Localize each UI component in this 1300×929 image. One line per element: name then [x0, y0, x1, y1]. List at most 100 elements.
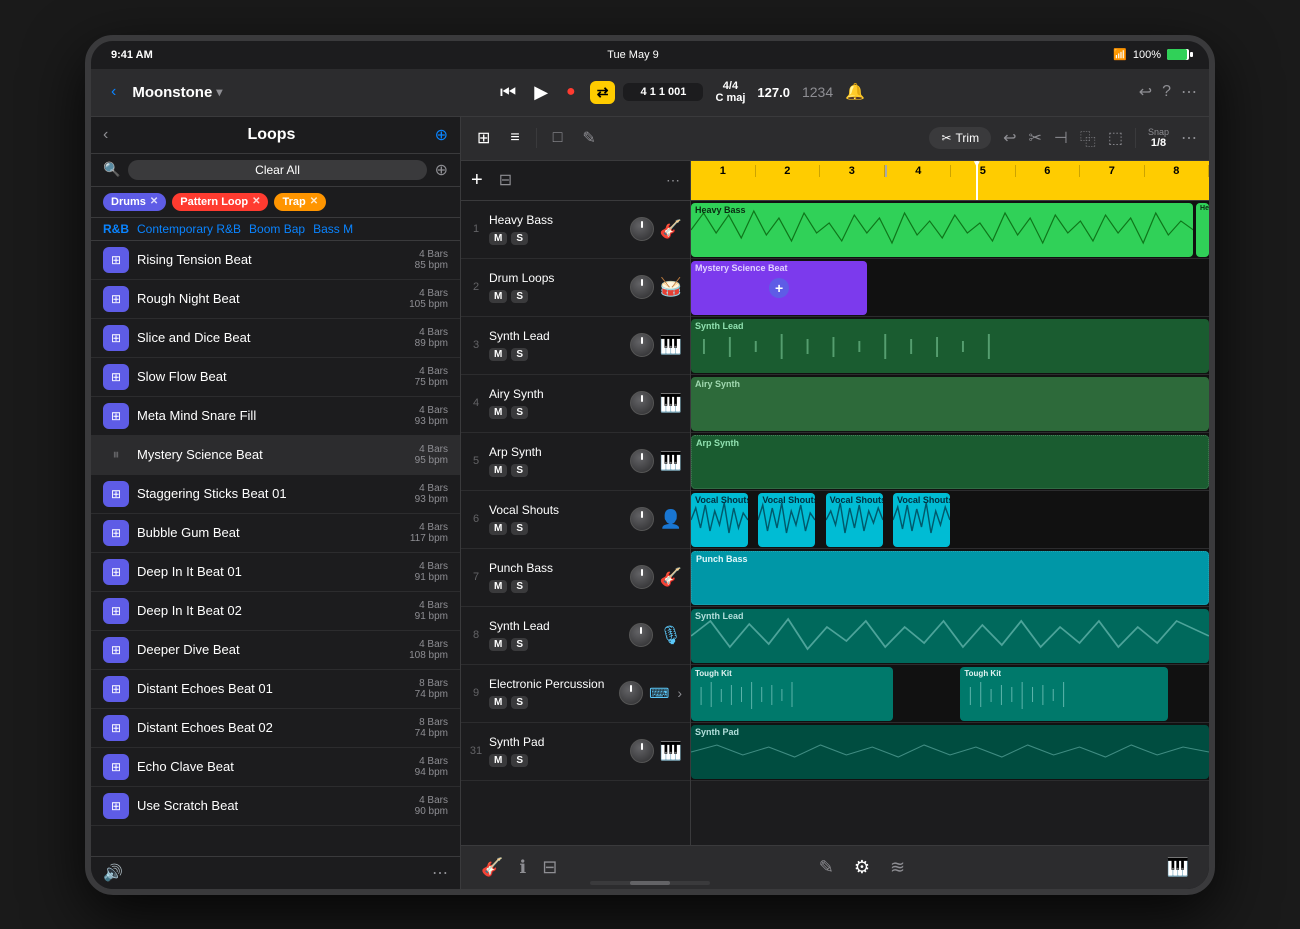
settings-bottom-icon[interactable]: ⚙ — [854, 857, 870, 878]
list-item[interactable]: ⊞ Distant Echoes Beat 01 8 Bars 74 bpm — [91, 670, 460, 709]
mute-button[interactable]: M — [489, 232, 507, 245]
instrument-icon[interactable]: 👤 — [660, 509, 682, 530]
filter-tag-trap[interactable]: Trap ✕ — [274, 193, 326, 211]
loops-back-button[interactable]: ‹ — [103, 126, 108, 144]
mute-button[interactable]: M — [489, 638, 507, 651]
scroll-thumb[interactable] — [630, 881, 670, 885]
instrument-icon[interactable]: 🎸 — [660, 567, 682, 588]
genre-tag-boombap[interactable]: Boom Bap — [249, 222, 305, 236]
layout-bottom-icon[interactable]: ⊟ — [542, 857, 557, 878]
solo-button[interactable]: S — [511, 522, 528, 535]
back-button[interactable]: ‹ — [103, 79, 124, 105]
more-toolbar-icon[interactable]: ⋯ — [1181, 82, 1197, 102]
mute-button[interactable]: M — [489, 348, 507, 361]
scissors-icon[interactable]: ✂ — [1028, 128, 1041, 148]
loops-more-icon[interactable]: ⋯ — [432, 863, 448, 883]
clip-mystery[interactable]: Mystery Science Beat + — [691, 261, 867, 315]
clear-all-button[interactable]: Clear All — [128, 160, 426, 180]
list-item[interactable]: ⊞ Slice and Dice Beat 4 Bars 89 bpm — [91, 319, 460, 358]
copy-icon[interactable]: ⿻ — [1080, 126, 1096, 150]
volume-knob[interactable] — [629, 623, 653, 647]
clip-vocal-4[interactable]: Vocal Shouts — [893, 493, 950, 547]
mute-button[interactable]: M — [489, 464, 507, 477]
pattern-tag-close[interactable]: ✕ — [252, 196, 260, 207]
list-item[interactable]: ⊞ Rising Tension Beat 4 Bars 85 bpm — [91, 241, 460, 280]
solo-button[interactable]: S — [511, 406, 528, 419]
list-item[interactable]: ⊞ Deeper Dive Beat 4 Bars 108 bpm — [91, 631, 460, 670]
expand-track-icon[interactable]: › — [677, 685, 682, 701]
loop-button[interactable]: ⇄ — [590, 81, 616, 104]
solo-button[interactable]: S — [511, 638, 528, 651]
solo-button[interactable]: S — [511, 696, 528, 709]
solo-button[interactable]: S — [511, 580, 528, 593]
list-item[interactable]: ⊞ Meta Mind Snare Fill 4 Bars 93 bpm — [91, 397, 460, 436]
volume-knob[interactable] — [619, 681, 643, 705]
volume-knob[interactable] — [630, 391, 654, 415]
mute-button[interactable]: M — [489, 522, 507, 535]
list-item[interactable]: ⊞ Distant Echoes Beat 02 8 Bars 74 bpm — [91, 709, 460, 748]
info-bottom-icon[interactable]: ℹ — [519, 857, 526, 878]
volume-knob[interactable] — [630, 565, 654, 589]
volume-knob[interactable] — [630, 333, 654, 357]
filter-loops-icon[interactable]: ⊕ — [435, 160, 448, 180]
piano-bottom-icon[interactable]: 🎹 — [1167, 857, 1189, 878]
list-item[interactable]: ⊞ Bubble Gum Beat 4 Bars 117 bpm — [91, 514, 460, 553]
list-item[interactable]: ⊞ Deep In It Beat 01 4 Bars 91 bpm — [91, 553, 460, 592]
genre-tag-rnb[interactable]: R&B — [103, 222, 129, 236]
clip-synth-pad[interactable]: Synth Pad — [691, 725, 1209, 779]
solo-button[interactable]: S — [511, 232, 528, 245]
volume-knob[interactable] — [630, 507, 654, 531]
add-loop-icon[interactable]: ⊕ — [435, 125, 448, 145]
instrument-icon[interactable]: 🥁 — [660, 277, 682, 298]
clip-vocal-1[interactable]: Vocal Shouts — [691, 493, 748, 547]
drums-tag-close[interactable]: ✕ — [150, 196, 158, 207]
record-button[interactable]: ● — [562, 79, 580, 105]
volume-knob[interactable] — [630, 275, 654, 299]
instrument-bottom-icon[interactable]: 🎸 — [481, 857, 503, 878]
solo-button[interactable]: S — [511, 464, 528, 477]
solo-button[interactable]: S — [511, 290, 528, 303]
solo-button[interactable]: S — [511, 754, 528, 767]
eq-bottom-icon[interactable]: ≋ — [890, 857, 905, 878]
clip-elec-perc-2[interactable]: Tough Kit — [960, 667, 1167, 721]
clip-airy-synth[interactable]: Airy Synth — [691, 377, 1209, 431]
list-view-button[interactable]: ≡ — [506, 125, 523, 151]
instrument-icon[interactable]: 🎙 — [659, 625, 682, 646]
more-action-icon[interactable]: ⋯ — [1181, 128, 1197, 148]
trim-mode-button[interactable]: ✂ Trim — [929, 127, 991, 149]
instrument-icon[interactable]: 🎹 — [660, 741, 682, 762]
snap-control[interactable]: Snap 1/8 — [1148, 127, 1169, 149]
instrument-icon[interactable]: ⌨ — [649, 685, 669, 702]
genre-tag-contemporary[interactable]: Contemporary R&B — [137, 222, 241, 236]
genre-tag-bassm[interactable]: Bass M — [313, 222, 353, 236]
trap-tag-close[interactable]: ✕ — [310, 196, 318, 207]
instrument-icon[interactable]: 🎹 — [660, 451, 682, 472]
window-view-button[interactable]: □ — [549, 125, 567, 151]
list-item[interactable]: ⊞ Rough Night Beat 4 Bars 105 bpm — [91, 280, 460, 319]
play-button[interactable]: ▶ — [530, 78, 552, 107]
grid-view-button[interactable]: ⊞ — [473, 124, 494, 152]
track-header-more[interactable]: ⋯ — [666, 172, 680, 189]
list-item[interactable]: ⊞ Use Scratch Beat 4 Bars 90 bpm — [91, 787, 460, 826]
filter-tag-drums[interactable]: Drums ✕ — [103, 193, 166, 211]
list-item[interactable]: ⊞ Echo Clave Beat 4 Bars 94 bpm — [91, 748, 460, 787]
mute-button[interactable]: M — [489, 290, 507, 303]
instrument-icon[interactable]: 🎹 — [660, 393, 682, 414]
volume-knob[interactable] — [630, 217, 654, 241]
add-clip-icon[interactable]: + — [769, 278, 789, 298]
mute-button[interactable]: M — [489, 406, 507, 419]
metronome-icon[interactable]: 🔔 — [845, 82, 865, 102]
mute-button[interactable]: M — [489, 580, 507, 593]
clip-synth-lead-teal[interactable]: Synth Lead — [691, 609, 1209, 663]
clip-elec-perc-1[interactable]: Tough Kit — [691, 667, 893, 721]
volume-knob[interactable] — [630, 449, 654, 473]
instrument-icon[interactable]: 🎸 — [660, 219, 682, 240]
help-icon[interactable]: ? — [1162, 83, 1171, 101]
volume-knob[interactable] — [630, 739, 654, 763]
clip-synth-lead[interactable]: Synth Lead — [691, 319, 1209, 373]
undo-action-icon[interactable]: ↩ — [1003, 128, 1016, 148]
add-track-button[interactable]: + — [471, 169, 483, 192]
track-options-icon[interactable]: ⊟ — [499, 170, 512, 190]
list-item-playing[interactable]: ⏸ Mystery Science Beat 4 Bars 95 bpm — [91, 436, 460, 475]
title-dropdown-icon[interactable]: ▾ — [216, 85, 222, 99]
